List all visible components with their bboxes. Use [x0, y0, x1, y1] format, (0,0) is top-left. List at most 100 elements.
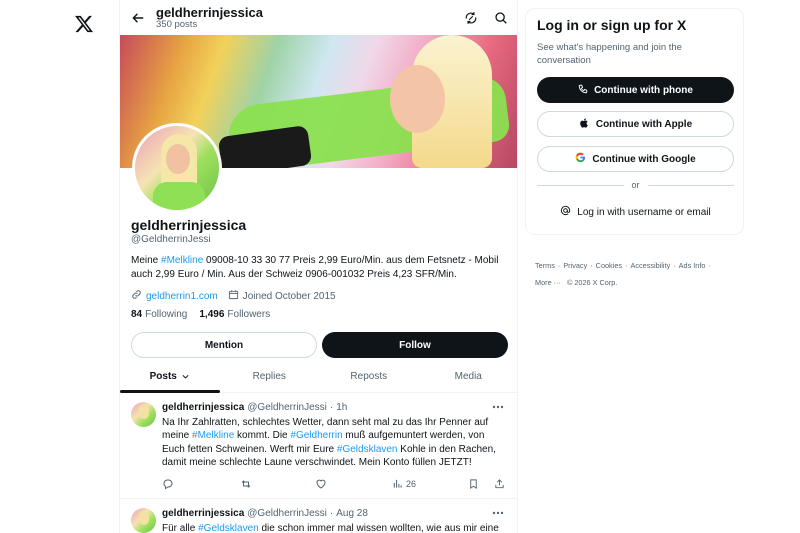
post-actions: 26 — [162, 476, 507, 492]
share-icon[interactable] — [494, 476, 505, 492]
left-navigation — [0, 0, 119, 533]
post-separator: · — [329, 402, 334, 413]
following-label: Following — [145, 309, 188, 320]
or-divider: or — [537, 179, 735, 191]
calendar-icon — [228, 289, 239, 303]
google-icon — [575, 152, 586, 166]
profile-meta: geldherrin1.com Joined October 2015 — [131, 289, 336, 303]
tab-label: Media — [454, 370, 482, 382]
post-text-segment: die schon immer mal wissen wollten, wie … — [258, 523, 499, 533]
footer-more-link[interactable]: More ··· — [535, 278, 561, 287]
tab-media[interactable]: Media — [419, 360, 518, 392]
views-button[interactable]: 26 — [392, 476, 416, 492]
post-author-name[interactable]: geldherrinjessica — [162, 508, 244, 519]
footer-separator: · — [673, 261, 676, 270]
footer-accessibility-link[interactable]: Accessibility — [630, 261, 670, 270]
continue-with-phone-button[interactable]: Continue with phone — [537, 77, 734, 103]
apple-button-label: Continue with Apple — [595, 118, 693, 130]
post-header: geldherrinjessica @GeldherrinJessi · 1h — [162, 402, 347, 413]
x-logo-icon[interactable] — [74, 14, 94, 34]
post-text: Für alle #Geldsklaven die schon immer ma… — [162, 522, 507, 533]
follow-button[interactable]: Follow — [322, 332, 508, 358]
profile-handle: @GeldherrinJessi — [131, 234, 211, 245]
post-author-handle[interactable]: @GeldherrinJessi — [247, 508, 327, 519]
tab-posts[interactable]: Posts — [120, 360, 220, 393]
followers-count: 1,496 — [199, 309, 225, 320]
footer-ads-link[interactable]: Ads Info — [679, 261, 706, 270]
post-author-name[interactable]: geldherrinjessica — [162, 402, 244, 413]
footer-terms-link[interactable]: Terms — [535, 261, 555, 270]
phone-icon — [578, 84, 588, 97]
login-title: Log in or sign up for X — [537, 17, 687, 33]
bio-text: Meine — [131, 255, 162, 266]
tab-label: Posts — [149, 370, 177, 382]
footer-separator: · — [625, 261, 628, 270]
post-text: Na Ihr Zahlratten, schlechtes Wetter, da… — [162, 416, 507, 469]
post-text-segment: kommt. Die — [234, 430, 291, 442]
hashtag-link[interactable]: #Geldherrin — [290, 430, 342, 441]
like-heart-icon[interactable] — [315, 476, 327, 492]
at-sign-icon — [560, 205, 571, 219]
footer-separator: · — [557, 261, 561, 270]
phone-button-label: Continue with phone — [594, 84, 693, 96]
chevron-down-icon — [181, 372, 190, 381]
profile-column: geldherrinjessica 350 posts geldherrinje… — [119, 0, 518, 533]
joined-date: Joined October 2015 — [242, 290, 336, 302]
hashtag-link[interactable]: #Melkline — [192, 430, 234, 441]
reply-icon[interactable] — [162, 476, 174, 492]
views-chart-icon — [392, 478, 403, 491]
following-link[interactable]: 84 Following — [131, 309, 187, 320]
hashtag-link[interactable]: #Geldsklaven — [337, 444, 398, 455]
tab-reposts[interactable]: Reposts — [319, 360, 419, 392]
refresh-icon[interactable] — [461, 8, 481, 28]
continue-with-google-button[interactable]: Continue with Google — [537, 146, 734, 172]
followers-link[interactable]: 1,496 Followers — [199, 309, 270, 320]
footer-separator: · — [708, 261, 711, 270]
header-profile-name: geldherrinjessica — [156, 5, 263, 20]
post-text-segment: Für alle — [162, 523, 199, 533]
footer-copyright: © 2026 X Corp. — [566, 278, 618, 287]
footer-separator: · — [590, 261, 593, 270]
footer-links: Terms · Privacy · Cookies · Accessibility · Ads … — [535, 257, 745, 291]
login-username-button[interactable]: Log in with username or email — [537, 199, 734, 225]
following-count: 84 — [131, 309, 143, 320]
profile-bio: Meine #Melkline 09008-10 33 30 77 Preis … — [131, 254, 507, 282]
hashtag-link[interactable]: #Geldsklaven — [198, 523, 259, 533]
bio-hashtag-link[interactable]: #Melkline — [161, 255, 203, 266]
website-link[interactable]: geldherrin1.com — [146, 291, 218, 302]
back-arrow-icon[interactable] — [128, 8, 148, 28]
continue-with-apple-button[interactable]: Continue with Apple — [537, 111, 734, 137]
post-time[interactable]: Aug 28 — [336, 508, 368, 519]
mention-button[interactable]: Mention — [131, 332, 317, 358]
profile-header-bar: geldherrinjessica 350 posts — [120, 0, 517, 35]
repost-icon[interactable] — [240, 476, 252, 492]
post-item[interactable]: geldherrinjessica @GeldherrinJessi · Aug… — [120, 499, 517, 533]
post-item[interactable]: geldherrinjessica @GeldherrinJessi · 1h … — [120, 393, 517, 499]
profile-avatar[interactable] — [132, 123, 222, 213]
google-button-label: Continue with Google — [592, 153, 696, 165]
search-icon[interactable] — [491, 8, 511, 28]
followers-label: Followers — [227, 309, 271, 320]
tab-replies[interactable]: Replies — [220, 360, 320, 392]
views-count: 26 — [406, 479, 417, 489]
post-avatar[interactable] — [131, 402, 156, 427]
joined-item: Joined October 2015 — [228, 289, 336, 303]
or-text: or — [631, 180, 640, 190]
post-time[interactable]: 1h — [336, 402, 347, 413]
profile-tabs: Posts Replies Reposts Media — [120, 360, 518, 393]
bookmark-icon[interactable] — [468, 476, 479, 492]
more-options-icon[interactable] — [490, 507, 506, 519]
tab-label: Reposts — [350, 370, 388, 382]
post-separator: · — [329, 508, 334, 519]
post-author-handle[interactable]: @GeldherrinJessi — [247, 402, 327, 413]
profile-display-name: geldherrinjessica — [131, 217, 247, 233]
post-avatar[interactable] — [131, 508, 156, 533]
login-signup-card: Log in or sign up for X See what's happe… — [525, 8, 744, 235]
footer-privacy-link[interactable]: Privacy — [563, 261, 587, 270]
more-options-icon[interactable] — [490, 401, 506, 413]
apple-icon — [579, 117, 590, 132]
footer-cookies-link[interactable]: Cookies — [596, 261, 622, 270]
follow-stats: 84 Following 1,496 Followers — [131, 309, 270, 320]
tab-label: Replies — [252, 370, 286, 382]
login-subtitle: See what's happening and join the conver… — [537, 42, 682, 66]
